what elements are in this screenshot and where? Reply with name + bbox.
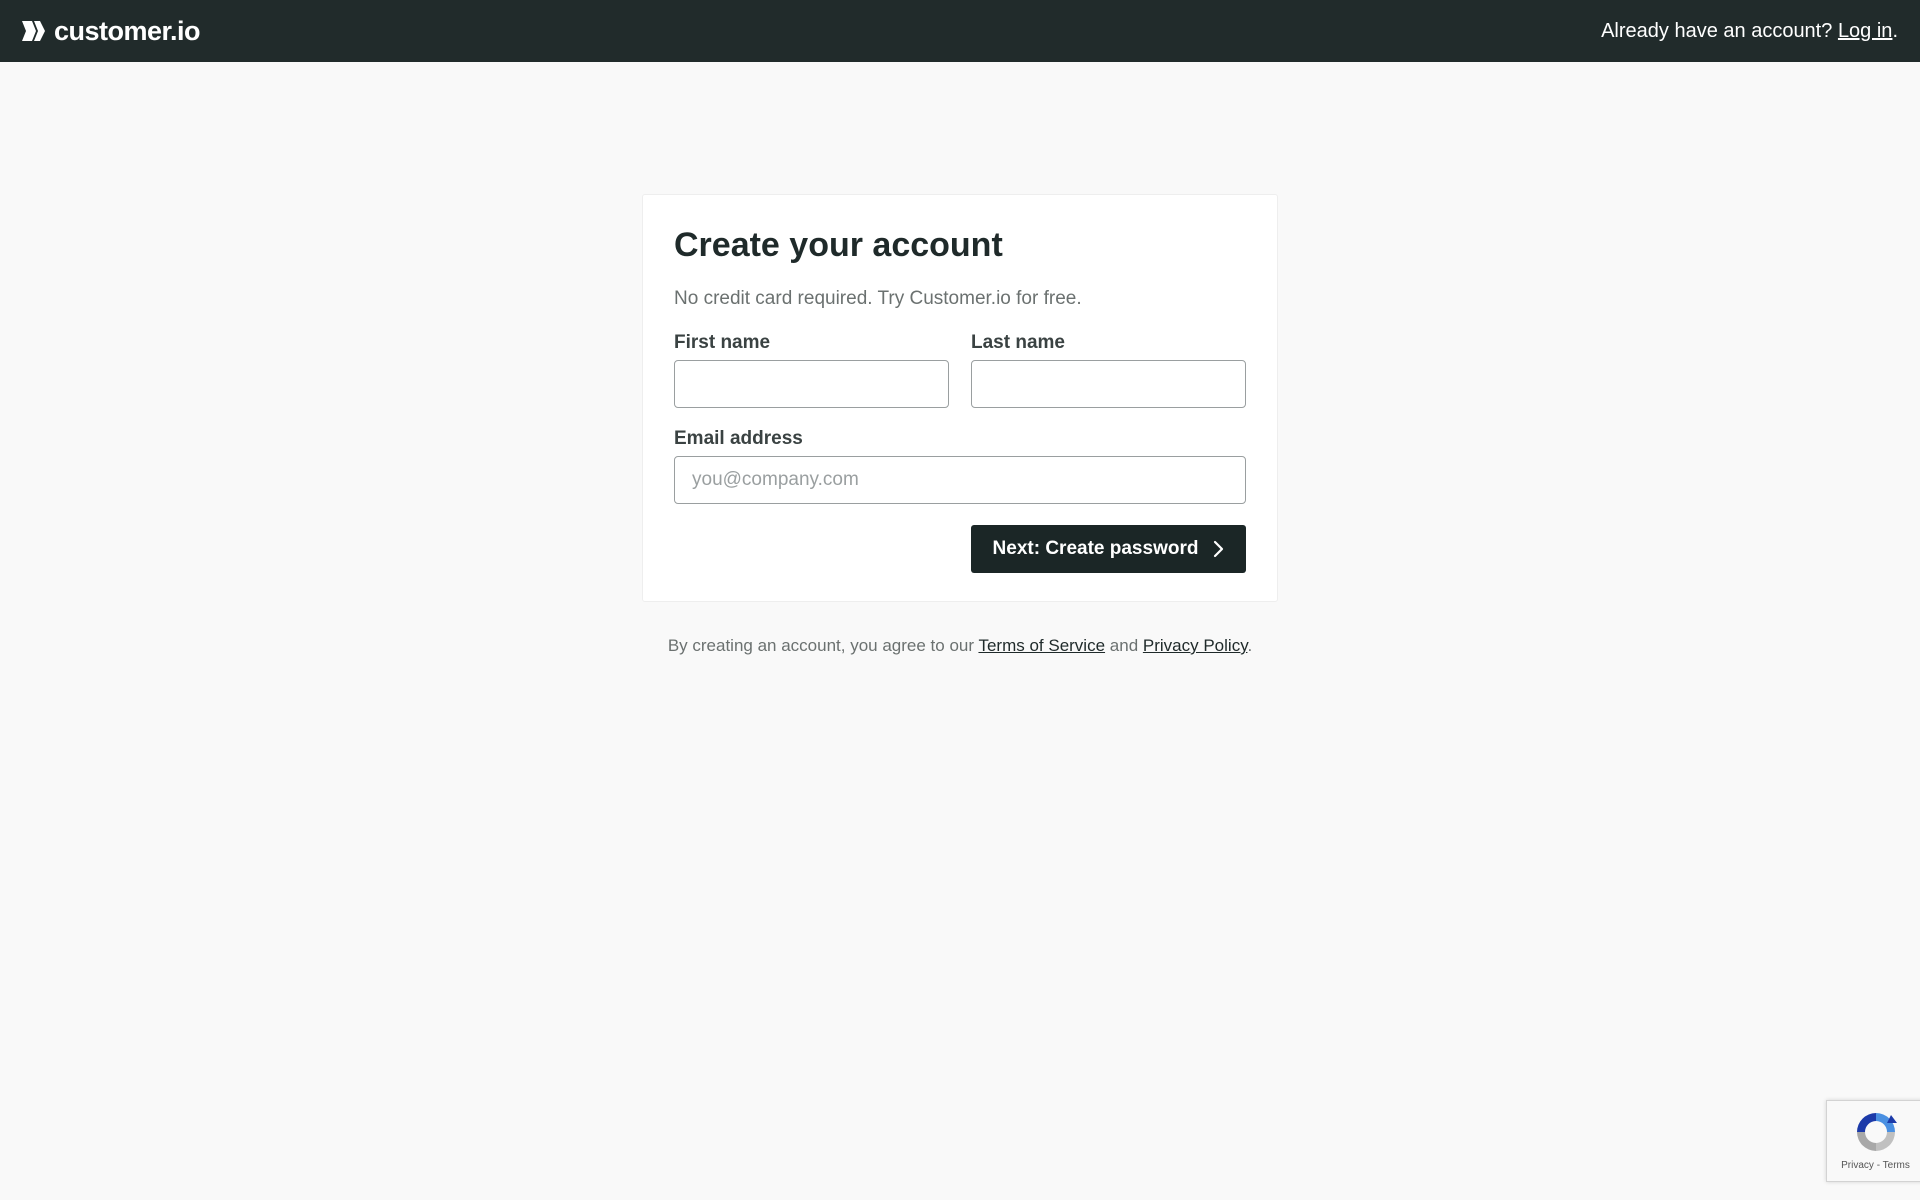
page-subtitle: No credit card required. Try Customer.io… (674, 288, 1082, 310)
recaptcha-terms-link[interactable]: Terms (1883, 1160, 1910, 1171)
form-actions: Next: Create password (674, 525, 1246, 574)
next-create-password-button[interactable]: Next: Create password (971, 525, 1246, 574)
legal-suffix: . (1247, 636, 1253, 655)
recaptcha-separator: - (1873, 1160, 1883, 1171)
recaptcha-links: Privacy - Terms (1841, 1160, 1910, 1171)
legal-and: and (1109, 636, 1139, 655)
chevron-right-icon (1214, 541, 1224, 558)
terms-of-service-link[interactable]: Terms of Service (978, 636, 1105, 655)
email-input[interactable] (674, 456, 1246, 505)
first-name-label: First name (674, 332, 771, 354)
page-title: Create your account (674, 226, 1003, 264)
email-field-group: Email address (674, 428, 1246, 505)
login-prompt-text: Already have an account? (1601, 19, 1833, 42)
first-name-input[interactable] (674, 360, 949, 409)
recaptcha-icon (1856, 1113, 1897, 1151)
last-name-field-group: Last name (971, 332, 1246, 409)
recaptcha-badge[interactable]: Privacy - Terms (1826, 1100, 1920, 1182)
customerio-logo-icon (22, 21, 45, 41)
privacy-policy-link[interactable]: Privacy Policy (1143, 636, 1248, 655)
login-suffix: . (1892, 19, 1898, 42)
recaptcha-privacy-link[interactable]: Privacy (1841, 1160, 1874, 1171)
last-name-label: Last name (971, 332, 1065, 354)
signup-card: Create your account No credit card requi… (642, 194, 1278, 602)
top-navigation-bar: customer.io Already have an account? Log… (0, 0, 1920, 62)
brand-logo-link[interactable]: customer.io (20, 15, 201, 47)
brand-name: customer.io (54, 15, 201, 46)
login-link[interactable]: Log in (1838, 20, 1893, 42)
legal-notice: By creating an account, you agree to our… (0, 636, 1920, 656)
last-name-input[interactable] (971, 360, 1246, 409)
next-button-label: Next: Create password (992, 538, 1199, 560)
login-prompt: Already have an account? Log in. (1601, 20, 1898, 43)
first-name-field-group: First name (674, 332, 949, 409)
email-label: Email address (674, 428, 803, 450)
name-fields-row: First name Last name (674, 332, 1246, 409)
legal-prefix: By creating an account, you agree to our (667, 636, 975, 655)
